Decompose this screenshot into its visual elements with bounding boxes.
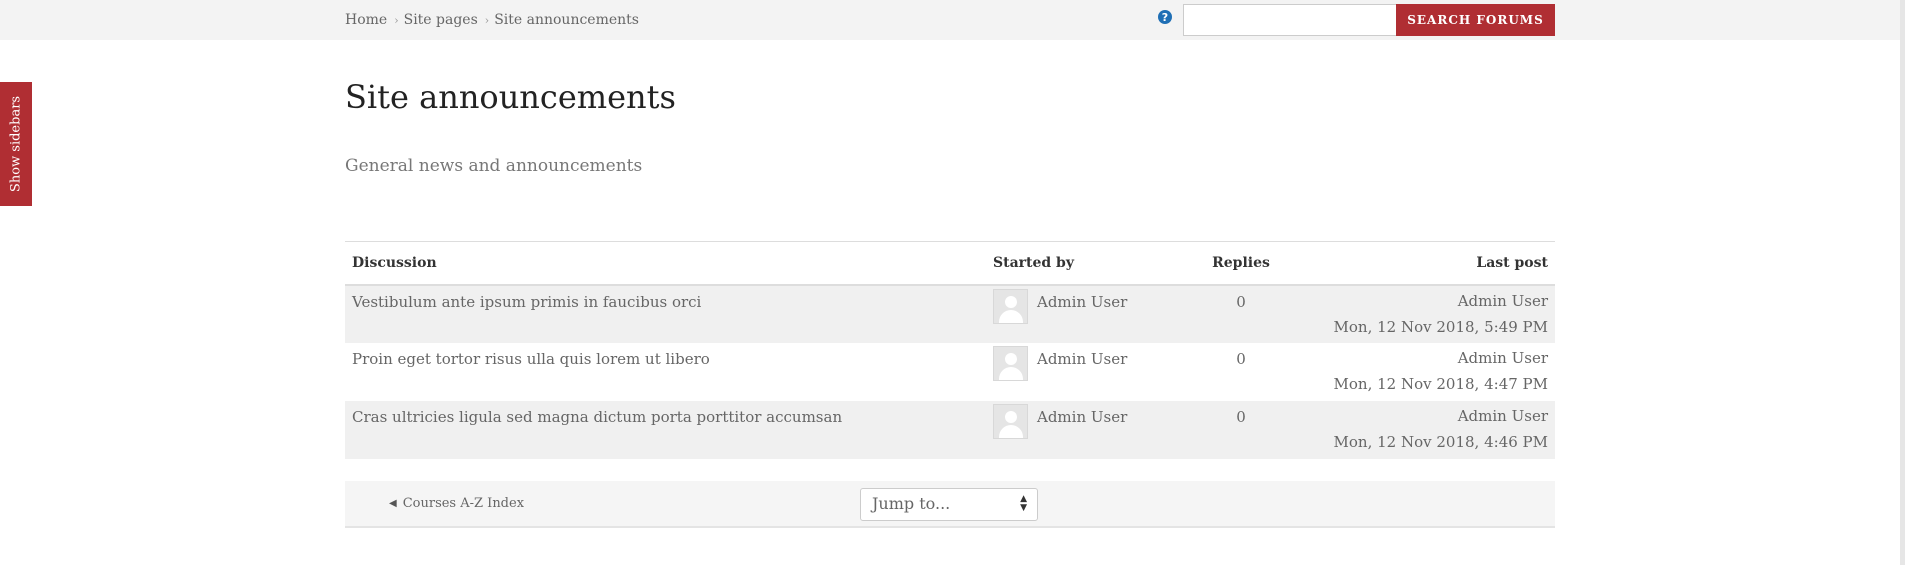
breadcrumb-site-pages[interactable]: Site pages <box>404 12 478 28</box>
replies-cell: 0 <box>1191 284 1291 343</box>
header-started-by: Started by <box>986 241 1191 286</box>
help-icon[interactable]: ? <box>1158 10 1172 24</box>
jump-to-value: Jump to... <box>872 494 951 513</box>
last-post-cell: Admin User Mon, 12 Nov 2018, 5:49 PM <box>1291 284 1555 343</box>
discussion-cell: Vestibulum ante ipsum primis in faucibus… <box>345 284 986 343</box>
table-row: Proin eget tortor risus ulla quis lorem … <box>345 343 1555 401</box>
breadcrumb-site-announcements[interactable]: Site announcements <box>494 12 639 28</box>
table-row: Cras ultricies ligula sed magna dictum p… <box>345 400 1555 459</box>
page-scrollbar[interactable] <box>1900 0 1905 565</box>
started-by-cell: Admin User <box>986 400 1191 459</box>
replies-cell: 0 <box>1236 349 1246 368</box>
started-by-cell: Admin User <box>986 343 1191 401</box>
prev-activity-label: Courses A-Z Index <box>402 496 525 511</box>
sort-arrows-icon: ▲ ▼ <box>1020 494 1027 513</box>
activity-navigation: ◀ Courses A-Z Index Jump to... ▲ ▼ <box>345 481 1555 528</box>
table-row: Vestibulum ante ipsum primis in faucibus… <box>345 284 1555 343</box>
replies-cell: 0 <box>1191 400 1291 459</box>
started-by-user[interactable]: Admin User <box>1037 408 1127 426</box>
forum-intro: General news and announcements <box>345 156 643 176</box>
started-by-user[interactable]: Admin User <box>1037 350 1127 368</box>
last-post-user[interactable]: Admin User <box>1298 403 1548 429</box>
breadcrumb-separator: › <box>394 13 399 27</box>
user-avatar-icon[interactable] <box>993 403 1028 439</box>
last-post-date[interactable]: Mon, 12 Nov 2018, 5:49 PM <box>1298 314 1548 340</box>
header-replies: Replies <box>1191 241 1291 286</box>
show-sidebars-toggle[interactable]: Show sidebars <box>0 82 32 206</box>
prev-activity-link[interactable]: ◀ Courses A-Z Index <box>389 496 524 511</box>
started-by-cell: Admin User <box>986 284 1191 343</box>
discussion-link[interactable]: Cras ultricies ligula sed magna dictum p… <box>352 408 842 426</box>
show-sidebars-label: Show sidebars <box>8 95 24 193</box>
search-forums-input[interactable] <box>1183 4 1397 36</box>
discussion-link[interactable]: Proin eget tortor risus ulla quis lorem … <box>352 350 710 368</box>
header-last-post: Last post <box>1291 241 1555 286</box>
prev-arrow-icon: ◀ <box>389 498 397 509</box>
started-by-user[interactable]: Admin User <box>1037 293 1127 311</box>
breadcrumb: Home › Site pages › Site announcements <box>345 12 639 28</box>
page: Home › Site pages › Site announcements ?… <box>0 0 1905 565</box>
discussion-cell: Proin eget tortor risus ulla quis lorem … <box>345 343 986 401</box>
breadcrumb-home[interactable]: Home <box>345 12 387 28</box>
last-post-cell: Admin User Mon, 12 Nov 2018, 4:47 PM <box>1291 343 1555 401</box>
last-post-cell: Admin User Mon, 12 Nov 2018, 4:46 PM <box>1291 400 1555 459</box>
last-post-user[interactable]: Admin User <box>1298 288 1548 314</box>
user-avatar-icon[interactable] <box>993 345 1028 381</box>
last-post-user[interactable]: Admin User <box>1298 345 1548 371</box>
discussion-cell: Cras ultricies ligula sed magna dictum p… <box>345 400 986 459</box>
last-post-date[interactable]: Mon, 12 Nov 2018, 4:47 PM <box>1298 371 1548 397</box>
jump-to-select[interactable]: Jump to... ▲ ▼ <box>860 488 1038 521</box>
breadcrumb-separator: › <box>484 13 490 27</box>
last-post-date[interactable]: Mon, 12 Nov 2018, 4:46 PM <box>1298 429 1548 455</box>
user-avatar-icon[interactable] <box>993 288 1028 324</box>
top-navbar: Home › Site pages › Site announcements ?… <box>0 0 1905 40</box>
discussion-table: Discussion Started by Replies Last post … <box>345 241 1555 459</box>
search-forums-button[interactable]: SEARCH FORUMS <box>1396 4 1555 36</box>
discussion-link[interactable]: Vestibulum ante ipsum primis in faucibus… <box>352 293 701 311</box>
header-discussion: Discussion <box>345 241 986 286</box>
page-title: Site announcements <box>345 78 676 116</box>
table-header-row: Discussion Started by Replies Last post <box>345 241 1555 286</box>
